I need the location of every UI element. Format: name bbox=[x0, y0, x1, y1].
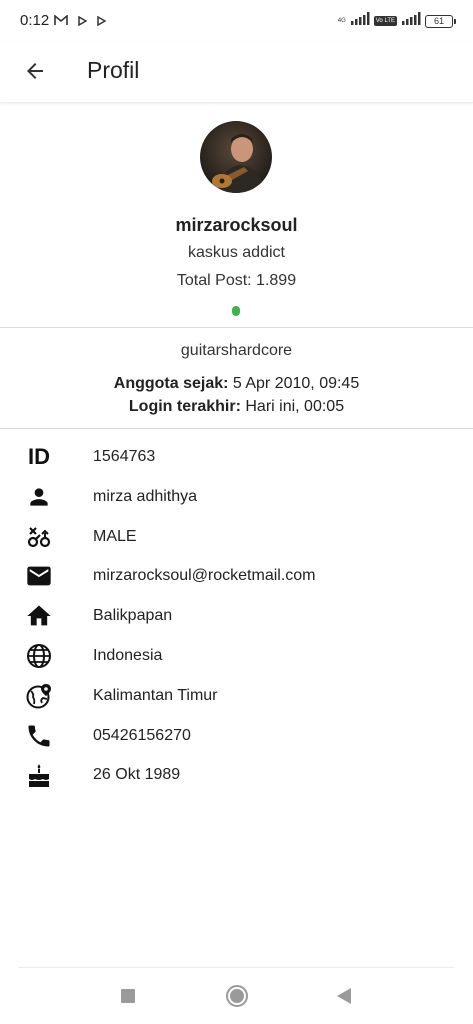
avatar-photo bbox=[200, 121, 272, 193]
nav-divider bbox=[18, 967, 455, 968]
gmail-icon bbox=[54, 13, 68, 31]
divider bbox=[0, 327, 473, 328]
info-row-email: mirzarocksoul@rocketmail.com bbox=[0, 556, 473, 596]
last-login: Login terakhir: Hari ini, 00:05 bbox=[0, 398, 473, 416]
play-icon bbox=[97, 13, 107, 31]
info-row-city: Balikpapan bbox=[0, 596, 473, 636]
phone-icon bbox=[24, 721, 54, 751]
status-right-icons: 4G Vo LTE 61 bbox=[337, 12, 456, 30]
home-icon bbox=[24, 601, 54, 631]
signal-icon bbox=[401, 12, 421, 30]
info-row-birthday: 26 Okt 1989 bbox=[0, 755, 473, 795]
last-login-value: Hari ini, 00:05 bbox=[240, 398, 345, 415]
full-name: mirza adhithya bbox=[93, 488, 198, 505]
city: Balikpapan bbox=[93, 607, 173, 624]
back-nav-button[interactable] bbox=[330, 982, 358, 1010]
user-id: 1564763 bbox=[93, 448, 156, 465]
user-rank: kaskus addict bbox=[188, 244, 285, 261]
id-icon: ID bbox=[24, 442, 54, 472]
country: Indonesia bbox=[93, 647, 163, 664]
battery-icon: 61 bbox=[425, 14, 456, 28]
back-button[interactable] bbox=[18, 54, 52, 88]
info-row-gender: MALE bbox=[0, 517, 473, 557]
username: mirzarocksoul bbox=[175, 215, 298, 235]
globe-icon bbox=[24, 641, 54, 671]
home-button[interactable] bbox=[223, 982, 251, 1010]
member-since: Anggota sejak: 5 Apr 2010, 09:45 bbox=[0, 375, 473, 393]
info-row-province: Kalimantan Timur bbox=[0, 676, 473, 716]
birthday: 26 Okt 1989 bbox=[93, 766, 181, 783]
cake-icon bbox=[24, 760, 54, 790]
id-icon-label: ID bbox=[28, 444, 50, 469]
app-bar: Profil bbox=[0, 42, 473, 103]
member-since-label: Anggota sejak: bbox=[113, 375, 229, 392]
info-row-id: ID 1564763 bbox=[0, 437, 473, 477]
gender-icon bbox=[24, 522, 54, 552]
arrow-left-icon bbox=[27, 63, 43, 79]
info-row-phone: 05426156270 bbox=[0, 716, 473, 756]
status-time: 0:12 bbox=[20, 12, 50, 29]
email: mirzarocksoul@rocketmail.com bbox=[93, 567, 316, 584]
gender: MALE bbox=[93, 528, 137, 545]
person-icon bbox=[24, 482, 54, 512]
square-icon bbox=[121, 989, 135, 1003]
avatar[interactable] bbox=[200, 121, 272, 193]
online-status-indicator bbox=[232, 306, 240, 316]
globe-pin-icon bbox=[24, 681, 54, 711]
last-login-label: Login terakhir: bbox=[128, 398, 241, 415]
battery-level: 61 bbox=[433, 16, 444, 26]
phone-number: 05426156270 bbox=[93, 727, 191, 744]
province: Kalimantan Timur bbox=[93, 687, 218, 704]
info-row-name: mirza adhithya bbox=[0, 477, 473, 517]
play-icon bbox=[78, 13, 88, 31]
status-bar: 0:12 4G Vo LTE 61 bbox=[0, 0, 473, 42]
status-left-icons bbox=[54, 13, 107, 31]
circle-icon bbox=[226, 985, 248, 1007]
total-post: Total Post: 1.899 bbox=[176, 272, 297, 289]
divider bbox=[0, 428, 473, 429]
user-signature: guitarshardcore bbox=[180, 342, 293, 359]
page-title: Profil bbox=[87, 57, 140, 83]
recent-apps-button[interactable] bbox=[114, 982, 142, 1010]
mail-icon bbox=[24, 561, 54, 591]
signal-icon bbox=[350, 12, 370, 30]
network-type-label: 4G bbox=[337, 18, 346, 24]
triangle-back-icon bbox=[337, 988, 351, 1004]
volte-badge: Vo LTE bbox=[373, 16, 397, 26]
info-row-country: Indonesia bbox=[0, 636, 473, 676]
member-since-value: 5 Apr 2010, 09:45 bbox=[228, 375, 360, 392]
